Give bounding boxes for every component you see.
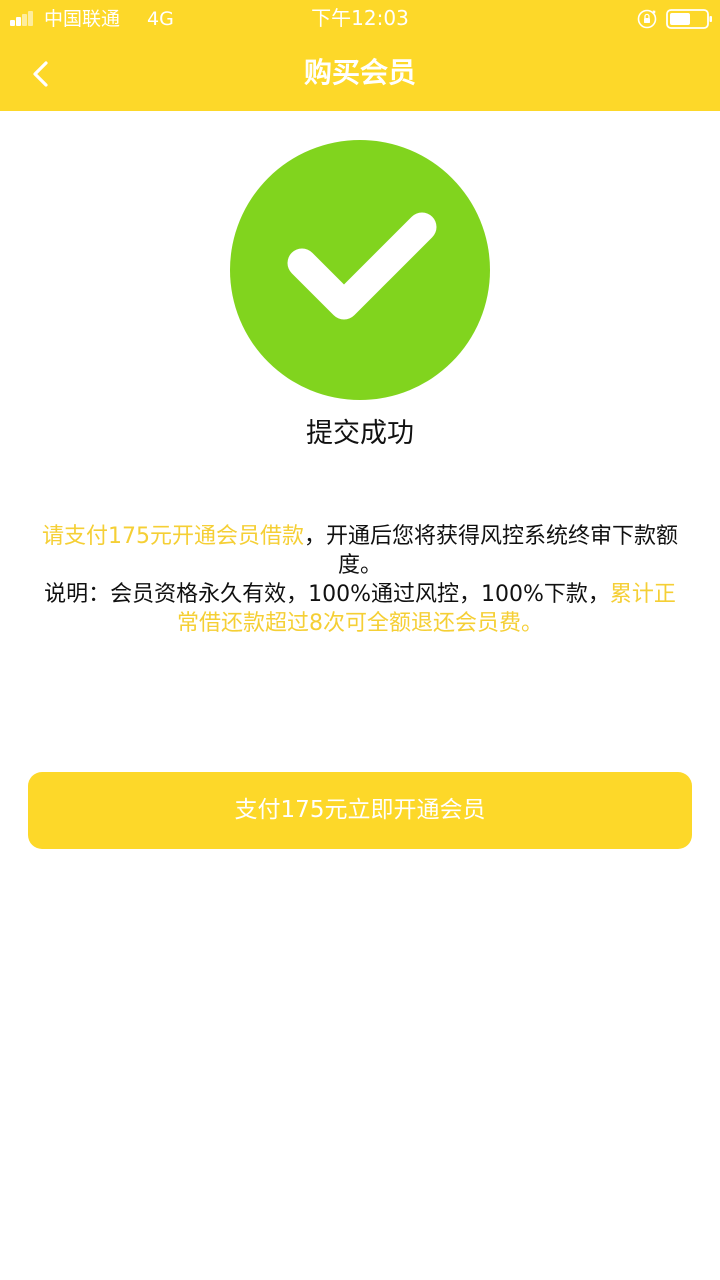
navigation-bar: 购买会员 — [0, 38, 720, 111]
purchase-membership-screen: 中国联通 4G 下午12:03 购买会员 提交成功 请支付175元开通会员借款，… — [0, 0, 720, 1280]
success-message: 提交成功 — [306, 418, 414, 449]
check-circle-icon — [230, 140, 490, 400]
app-header: 中国联通 4G 下午12:03 购买会员 — [0, 0, 720, 111]
pay-membership-button[interactable]: 支付175元立即开通会员 — [28, 772, 692, 849]
page-title: 购买会员 — [303, 56, 416, 89]
status-time: 下午12:03 — [311, 6, 409, 30]
membership-notice: 请支付175元开通会员借款，开通后您将获得风控系统终审下款额度。 说明：会员资格… — [36, 522, 684, 638]
membership-explanation: 说明：会员资格永久有效，100%通过风控，100%下款， — [44, 582, 610, 607]
payment-prompt-highlight: 请支付175元开通会员借款 — [41, 524, 304, 549]
battery-icon — [666, 9, 712, 29]
payment-prompt-text: ，开通后您将获得风控系统终审下款额度。 — [303, 524, 678, 578]
status-bar: 中国联通 4G 下午12:03 — [0, 0, 720, 38]
rotation-lock-icon — [637, 9, 657, 29]
